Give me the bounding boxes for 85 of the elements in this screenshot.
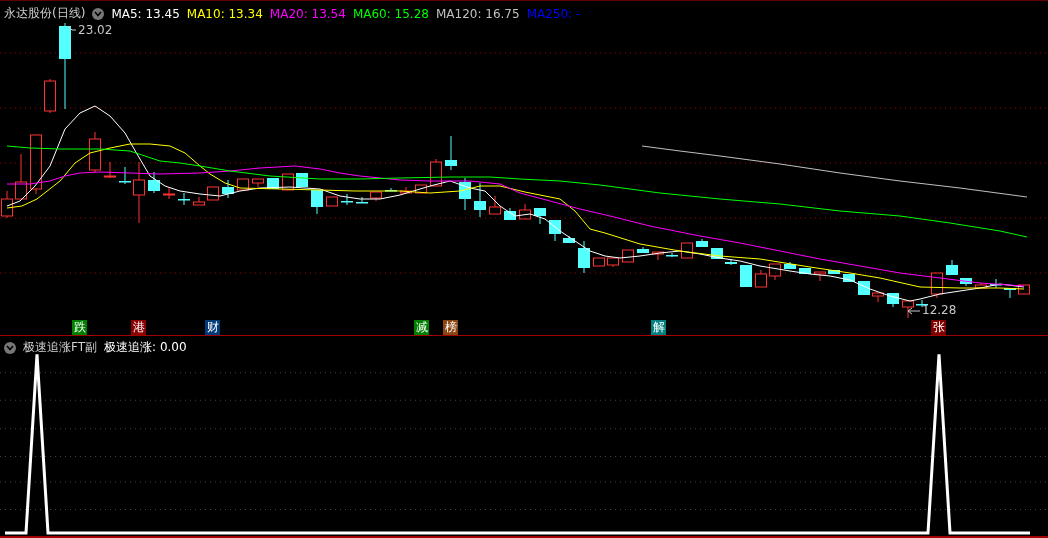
event-tag: 榜 — [443, 320, 458, 335]
candlestick — [193, 196, 205, 206]
candlestick — [370, 191, 382, 202]
candlestick — [400, 186, 412, 194]
candlestick — [578, 240, 590, 274]
candlestick — [549, 219, 561, 242]
candlestick — [252, 178, 264, 188]
candlestick — [711, 247, 723, 260]
candlestick — [44, 78, 56, 114]
candlestick — [104, 161, 116, 179]
candlestick — [1, 190, 13, 219]
candlestick — [430, 158, 442, 187]
legend-item: MA250: - — [526, 6, 581, 21]
candlestick — [975, 282, 987, 289]
candlestick — [828, 269, 840, 275]
candlestick — [489, 195, 501, 215]
candlestick — [593, 257, 605, 267]
candlestick — [267, 177, 279, 190]
candlestick — [755, 269, 767, 288]
candlestick — [622, 249, 634, 263]
candlestick — [341, 193, 353, 206]
candlestick — [133, 161, 145, 224]
legend-item: MA20: 13.54 — [269, 6, 346, 21]
candlestick — [148, 171, 160, 194]
candlestick — [637, 246, 649, 254]
candlestick — [178, 192, 190, 206]
event-tag: 张 — [931, 320, 946, 335]
chevron-down-icon[interactable] — [4, 341, 16, 354]
candlestick — [222, 179, 234, 199]
candlestick — [89, 131, 101, 173]
candlestick — [887, 292, 899, 308]
indicator-title: 极速追涨FT副 — [23, 339, 98, 356]
candlestick — [740, 264, 752, 288]
candlestick — [445, 135, 457, 171]
legend-item: MA10: 13.34 — [186, 6, 263, 21]
legend-item: MA5: 13.45 — [111, 6, 180, 21]
candlestick — [474, 182, 486, 218]
candlestick — [858, 280, 870, 296]
candlestick — [784, 261, 796, 270]
legend-item: MA60: 15.28 — [352, 6, 429, 21]
candlestick — [990, 278, 1002, 289]
candlestick — [696, 238, 708, 248]
candlestick — [872, 292, 884, 303]
event-tag: 减 — [414, 320, 429, 335]
candlestick — [931, 272, 943, 299]
candlestick — [902, 300, 914, 319]
candlestick — [519, 203, 531, 220]
candlestick — [207, 186, 219, 201]
event-tag: 解 — [651, 320, 666, 335]
candlestick — [652, 251, 664, 261]
candlestick — [666, 252, 678, 258]
candlestick — [15, 153, 27, 200]
event-tag: 港 — [131, 320, 146, 335]
candlestick — [1004, 287, 1016, 299]
legend-item: MA120: 16.75 — [435, 6, 520, 21]
candlestick — [799, 267, 811, 275]
candlestick — [282, 173, 294, 191]
candlestick — [311, 189, 323, 215]
chevron-down-icon[interactable] — [92, 7, 105, 20]
candlestick — [563, 235, 575, 244]
candlestick — [960, 277, 972, 287]
event-tag: 财 — [205, 320, 220, 335]
candlestick — [415, 184, 427, 194]
candlestick — [843, 273, 855, 283]
candlestick — [681, 242, 693, 259]
candlestick — [1018, 284, 1030, 295]
candlestick — [326, 196, 338, 207]
event-tag: 跌 — [72, 320, 87, 335]
chart-title: 永达股份(日线) — [4, 5, 86, 22]
price-label: 12.28 — [922, 303, 957, 317]
price-label: 23.02 — [78, 23, 113, 37]
candlestick — [725, 258, 737, 266]
candlestick — [237, 178, 249, 191]
candlestick — [30, 134, 42, 195]
candlestick — [163, 187, 175, 200]
candlestick — [946, 259, 958, 276]
indicator-reading: 极速追涨: 0.00 — [104, 339, 187, 356]
candlestick — [769, 263, 781, 281]
candlestick — [459, 177, 471, 211]
candlestick — [356, 196, 368, 204]
candlestick — [119, 166, 131, 185]
candlestick — [607, 257, 619, 268]
candlestick — [504, 207, 516, 221]
candlestick — [534, 207, 546, 225]
candlestick — [814, 271, 826, 282]
